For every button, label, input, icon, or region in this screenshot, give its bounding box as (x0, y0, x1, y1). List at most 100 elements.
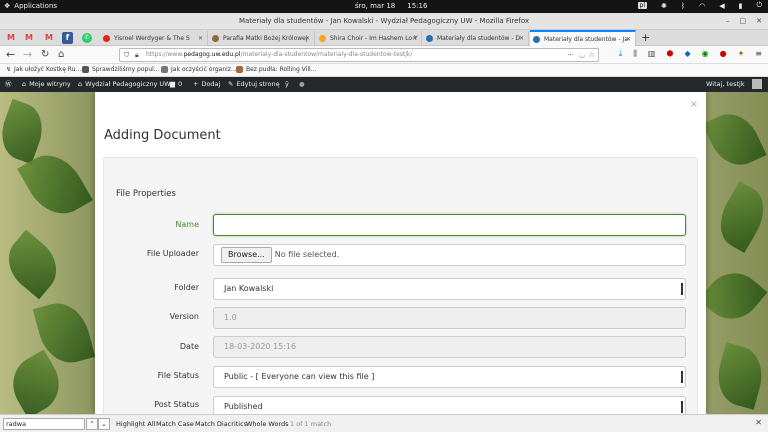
bluetooth-icon[interactable]: ᛒ (681, 2, 685, 10)
yoast-icon[interactable]: ȳ (285, 77, 289, 92)
my-sites-label: Moje witryny (29, 80, 71, 88)
reload-button[interactable]: ↻ (41, 48, 49, 62)
pinned-tab-facebook[interactable]: f (62, 32, 73, 44)
tab-3[interactable]: Shira Choir - Im Hashem Lo Y ✕ (316, 31, 422, 46)
tab-close-icon[interactable]: ✕ (519, 31, 524, 46)
tab-close-icon[interactable]: ✕ (626, 32, 631, 46)
post-status-value: Published (224, 402, 263, 411)
find-previous-button[interactable]: ⌃ (86, 418, 98, 430)
youtube-icon (103, 35, 110, 42)
applications-icon: ❖ (4, 2, 11, 10)
wordpress-logo-icon[interactable]: Ⓦ (5, 77, 12, 92)
greeting-link[interactable]: Witaj, testjk (706, 77, 745, 92)
puzzle-icon[interactable]: ✦ (738, 49, 745, 59)
system-tray: pl ✺ ᛒ ◠ ◀ ▮ ⏻ (637, 1, 762, 10)
avatar[interactable] (752, 79, 762, 89)
file-status-select[interactable]: Public - [ Everyone can view this file ] (213, 366, 686, 388)
download-icon[interactable]: ⤓ (619, 49, 623, 59)
battery-icon[interactable]: ▮ (739, 2, 743, 10)
back-button[interactable]: ← (6, 48, 15, 62)
site-name-label: Wydział Pedagogiczny UW (85, 80, 171, 88)
tab-1-label: Yisroel Werdyger & The S (114, 35, 190, 42)
url-bar[interactable]: ⛉ 🔒︎ https://www.pedagog.uw.edu.pl/mater… (119, 48, 599, 62)
bookmark-page-icon: ↯ (6, 66, 12, 73)
navigation-bar: ← → ↻ ⌂ ⛉ 🔒︎ https://www.pedagog.uw.edu.… (0, 46, 768, 64)
file-status-value: Public - [ Everyone can view this file ] (224, 372, 375, 381)
date-input: 18-03-2020 15:16 (213, 336, 686, 358)
my-sites-link[interactable]: ⌂ Moje witryny (22, 77, 71, 92)
tab-2[interactable]: Parafia Matki Bożej Królowej ✕ (209, 31, 315, 46)
match-diacritics-toggle[interactable]: Match Diacritics (195, 420, 247, 428)
edit-page-link[interactable]: ✎ Edytuj stronę (228, 77, 280, 92)
keyboard-layout-indicator[interactable]: pl (637, 2, 648, 9)
wordpress-admin-bar: Ⓦ ⌂ Moje witryny ⌂ Wydział Pedagogiczny UW… (0, 77, 768, 92)
close-window-icon[interactable]: ✕ (756, 13, 762, 30)
lightbulb-icon[interactable]: ✺ (661, 2, 667, 10)
find-input[interactable]: radwa (3, 418, 85, 430)
tab-close-icon[interactable]: ✕ (305, 31, 310, 46)
bookmark-2[interactable]: Sprawdziliśmy popul... (82, 66, 160, 73)
find-next-button[interactable]: ⌄ (98, 418, 110, 430)
select-arrow-icon (681, 283, 683, 295)
more-actions-icon[interactable]: ··· (567, 49, 574, 61)
tab-close-icon[interactable]: ✕ (198, 31, 203, 46)
pinned-tab-gmail-3[interactable]: M (42, 32, 56, 44)
close-modal-icon[interactable]: × (690, 99, 698, 110)
pocket-icon[interactable]: ◡ (579, 49, 585, 61)
page-background: × Adding Document File Properties Name F… (0, 92, 768, 414)
forward-button[interactable]: → (23, 48, 32, 62)
bookmark-1-label: Jak ułożyć Kostkę Ru... (14, 66, 82, 73)
sidebar-icon[interactable]: ▥ (648, 49, 656, 59)
bookmark-4[interactable]: Bez pudła: Rolling Vill... (236, 66, 316, 73)
bookmark-star-icon[interactable]: ☆ (589, 49, 595, 61)
site-name-link[interactable]: ⌂ Wydział Pedagogiczny UW (78, 77, 171, 92)
highlight-all-toggle[interactable]: Highlight All (116, 420, 155, 428)
shield-icon[interactable]: ⛉ (124, 49, 129, 61)
lock-icon[interactable]: 🔒︎ (135, 49, 139, 61)
tab-4[interactable]: Materiały dla studentów - D ✕ (423, 31, 529, 46)
status-dot-icon: ● (299, 80, 305, 88)
select-arrow-icon (681, 401, 683, 413)
extension-icon[interactable]: ◆ (684, 49, 690, 59)
adding-document-modal: × Adding Document File Properties Name F… (95, 92, 706, 414)
url-domain: pedagog.uw.edu.pl (183, 51, 241, 58)
comments-link[interactable]: ▆ 0 (170, 77, 182, 92)
menu-icon[interactable]: ≡ (755, 49, 762, 59)
bookmark-3[interactable]: Jak oczyścić organiz... (161, 66, 237, 73)
bookmark-1[interactable]: ↯ Jak ułożyć Kostkę Ru... (6, 66, 81, 73)
post-status-label: Post Status (154, 400, 199, 409)
file-uploader[interactable]: Browse... No file selected. (213, 244, 686, 266)
wifi-icon[interactable]: ◠ (699, 2, 705, 10)
post-status-select[interactable]: Published (213, 396, 686, 414)
maximize-icon[interactable]: □ (740, 13, 747, 30)
whole-words-toggle[interactable]: Whole Words (246, 420, 289, 428)
close-find-bar-icon[interactable]: ✕ (755, 418, 762, 427)
pinned-tab-whatsapp[interactable]: ✆ (82, 33, 92, 43)
adblock-icon[interactable]: ⬢ (666, 49, 673, 59)
file-properties-panel: File Properties Name File Uploader Brows… (103, 157, 698, 414)
browse-button[interactable]: Browse... (221, 247, 272, 263)
library-icon[interactable]: ⫼ (633, 49, 637, 59)
date-label: Date (179, 342, 199, 351)
home-button[interactable]: ⌂ (58, 48, 64, 62)
clock[interactable]: śro, mar 18 15:16 (355, 2, 427, 10)
match-case-toggle[interactable]: Match Case (156, 420, 194, 428)
uw-icon (533, 36, 540, 43)
applications-menu[interactable]: ❖ Applications (4, 2, 57, 10)
tab-1[interactable]: Yisroel Werdyger & The S ✕ (100, 31, 208, 46)
power-icon[interactable]: ⏻ (756, 1, 762, 10)
tab-close-icon[interactable]: ✕ (412, 31, 417, 46)
tab-5-active[interactable]: Materiały dla studentów - Ja ✕ (530, 30, 636, 46)
vpn-icon[interactable]: ◉ (702, 49, 709, 59)
volume-icon[interactable]: ◀ (719, 2, 724, 10)
folder-select[interactable]: Jan Kowalski (213, 278, 686, 300)
pinned-tab-gmail-1[interactable]: M (4, 32, 18, 44)
bookmark-favicon (161, 66, 168, 73)
add-new-link[interactable]: + Dodaj (193, 77, 220, 92)
lastpass-icon[interactable]: ● (720, 49, 727, 59)
new-tab-button[interactable]: + (641, 31, 650, 44)
name-input[interactable] (213, 214, 686, 236)
parish-icon (212, 35, 219, 42)
pinned-tab-gmail-2[interactable]: M (22, 32, 36, 44)
minimize-icon[interactable]: – (726, 13, 730, 30)
